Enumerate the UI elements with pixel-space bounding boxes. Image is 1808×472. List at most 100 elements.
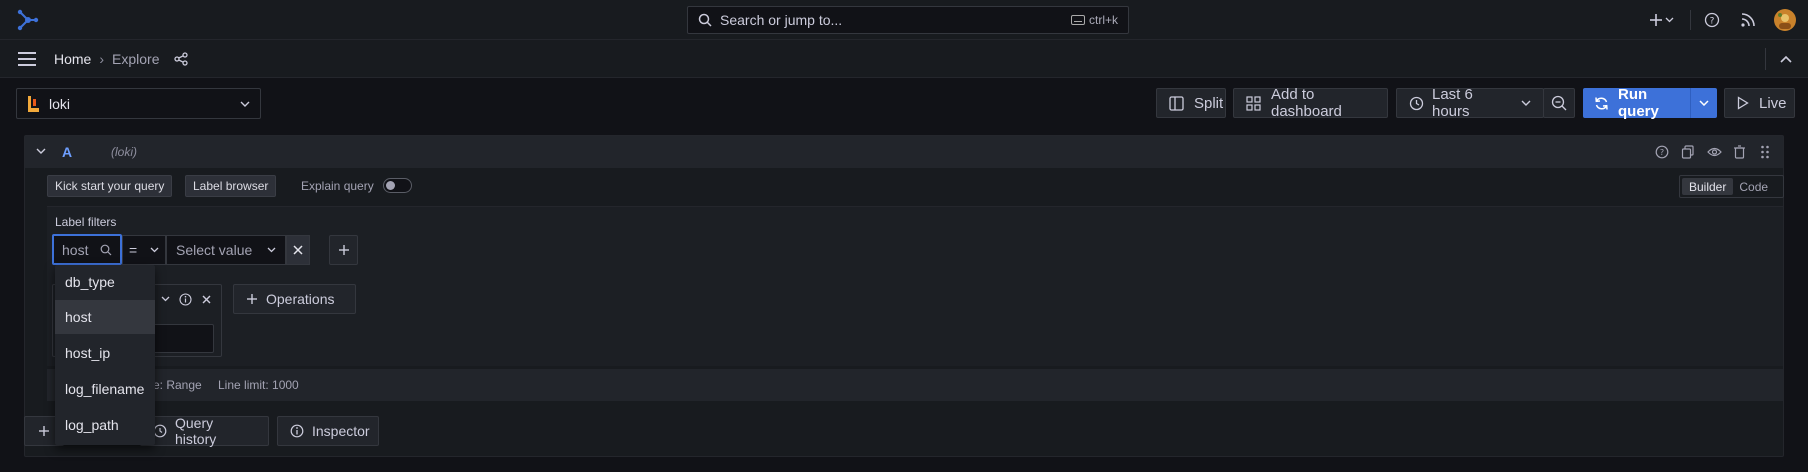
collapse-chevron-up-icon[interactable]	[1776, 49, 1796, 69]
option-label: host_ip	[65, 345, 111, 361]
query-ref-id[interactable]: A	[62, 144, 72, 160]
add-to-dashboard-label: Add to dashboard	[1271, 86, 1342, 120]
info-icon	[290, 424, 304, 438]
dropdown-option-highlighted[interactable]: host	[55, 300, 155, 334]
breadcrumb-current: Explore	[112, 51, 160, 67]
add-filter-button[interactable]	[329, 235, 358, 265]
svg-text:?: ?	[1660, 148, 1664, 157]
plus-icon	[38, 425, 50, 437]
label-input-value: host	[62, 241, 89, 258]
dropdown-option[interactable]: db_type	[55, 265, 155, 299]
query-options-row[interactable]	[47, 369, 1783, 401]
breadcrumb-bar: Home › Explore	[0, 40, 1808, 78]
query-row-header: A (loki) ?	[25, 136, 1783, 168]
keyboard-icon	[1070, 15, 1085, 25]
chevron-down-icon	[150, 247, 159, 253]
chevron-down-icon	[1521, 100, 1531, 106]
label-name-input[interactable]: host	[52, 234, 122, 265]
chevron-down-icon	[267, 247, 276, 253]
datasource-name: loki	[49, 95, 71, 112]
query-history-label: Query history	[175, 415, 217, 447]
option-label: host	[65, 309, 92, 325]
explain-query-toggle[interactable]	[383, 178, 412, 193]
close-icon	[293, 245, 303, 255]
hamburger-menu-icon[interactable]	[16, 49, 38, 69]
query-history-button[interactable]: Query history	[140, 415, 269, 447]
zoom-out-button[interactable]	[1543, 88, 1575, 118]
option-label: log_path	[65, 417, 119, 433]
shortcut-hint: ctrl+k	[1088, 13, 1118, 27]
query-datasource-label: (loki)	[111, 145, 137, 159]
search-icon	[698, 13, 712, 27]
new-menu-button[interactable]	[1645, 10, 1677, 30]
operator-value: =	[129, 242, 138, 258]
refresh-icon	[1594, 96, 1609, 111]
user-avatar[interactable]	[1773, 8, 1797, 32]
code-mode-tab[interactable]: Code	[1733, 178, 1774, 195]
inspector-label: Inspector	[312, 423, 370, 439]
clock-icon	[1409, 96, 1424, 111]
toggle-knob	[386, 181, 395, 190]
builder-mode-tab[interactable]: Builder	[1682, 178, 1734, 195]
news-feed-icon[interactable]	[1738, 10, 1758, 30]
run-query-label: Run query	[1618, 86, 1659, 120]
option-label: db_type	[65, 274, 115, 290]
dropdown-option[interactable]: log_path	[55, 408, 155, 442]
label-filters-title: Label filters	[55, 215, 117, 229]
dropdown-option[interactable]: log_filename	[55, 372, 155, 406]
split-button[interactable]: Split	[1156, 88, 1226, 118]
zoom-out-icon	[1551, 95, 1567, 111]
divider	[1765, 48, 1766, 70]
remove-filter-button[interactable]	[286, 235, 310, 265]
remove-query-trash-icon[interactable]	[1733, 145, 1746, 159]
top-bar: Search or jump to... ctrl+k ?	[0, 0, 1808, 40]
label-value-select[interactable]: Select value	[166, 235, 286, 265]
breadcrumb-separator: ›	[99, 51, 105, 67]
plus-icon	[338, 244, 350, 256]
inspector-button[interactable]: Inspector	[277, 416, 379, 446]
line-limit-option: Line limit: 1000	[218, 378, 299, 392]
divider	[1690, 10, 1691, 30]
history-icon	[153, 424, 167, 438]
explain-query-label: Explain query	[301, 179, 374, 193]
chevron-down-icon[interactable]	[1691, 100, 1717, 106]
collapse-chevron-icon[interactable]	[36, 148, 46, 154]
time-range-label: Last 6 hours	[1432, 86, 1473, 120]
close-icon[interactable]	[202, 295, 211, 304]
operations-button[interactable]: Operations	[233, 284, 356, 314]
breadcrumb-home[interactable]: Home	[54, 51, 91, 67]
live-button[interactable]: Live	[1724, 88, 1795, 118]
operator-select[interactable]: =	[122, 235, 166, 265]
share-icon[interactable]	[173, 52, 188, 66]
chevron-down-icon[interactable]	[161, 296, 170, 302]
datasource-picker[interactable]: loki	[16, 88, 261, 119]
dropdown-option[interactable]: host_ip	[55, 336, 155, 370]
help-icon[interactable]: ?	[1702, 10, 1722, 30]
kick-start-query-button[interactable]: Kick start your query	[47, 175, 173, 197]
time-range-picker[interactable]: Last 6 hours	[1396, 86, 1544, 120]
help-icon[interactable]: ?	[1655, 145, 1669, 159]
search-placeholder: Search or jump to...	[720, 12, 843, 28]
builder-mode-label: Builder	[1689, 179, 1727, 194]
search-icon	[100, 244, 112, 256]
play-icon	[1737, 96, 1749, 110]
svg-text:?: ?	[1710, 17, 1715, 27]
info-icon[interactable]	[179, 293, 192, 306]
label-options-dropdown: db_type host host_ip log_filename log_pa…	[55, 265, 155, 445]
grafana-logo-icon[interactable]	[14, 8, 40, 32]
loki-logo-icon	[25, 95, 41, 113]
add-to-dashboard-button[interactable]: Add to dashboard	[1233, 86, 1388, 120]
drag-handle-icon[interactable]	[1760, 145, 1770, 159]
breadcrumb: Home › Explore	[54, 49, 188, 69]
run-query-button[interactable]: Run query	[1583, 86, 1717, 120]
dashboard-grid-icon	[1246, 95, 1261, 111]
search-bar[interactable]: Search or jump to... ctrl+k	[687, 6, 1129, 34]
label-browser-button[interactable]: Label browser	[185, 175, 277, 197]
split-label: Split	[1194, 94, 1224, 112]
live-label: Live	[1759, 94, 1787, 112]
operations-label: Operations	[266, 291, 335, 307]
duplicate-query-icon[interactable]	[1681, 145, 1695, 159]
option-label: log_filename	[65, 381, 145, 397]
split-icon	[1169, 95, 1184, 111]
hide-response-eye-icon[interactable]	[1707, 146, 1722, 158]
